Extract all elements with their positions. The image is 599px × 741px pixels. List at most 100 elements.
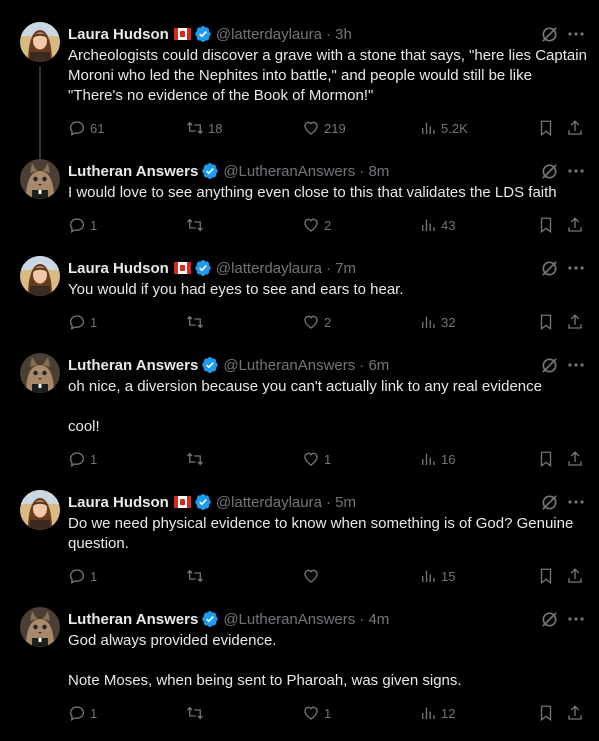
bookmark-button[interactable] xyxy=(537,449,555,469)
reply-button[interactable]: 1 xyxy=(68,566,97,586)
tweet[interactable]: Laura Hudson @latterdaylaura · 7m You wo… xyxy=(0,256,599,340)
tweet[interactable]: Lutheran Answers @LutheranAnswers · 4m G… xyxy=(0,607,599,731)
repost-button[interactable] xyxy=(186,703,208,723)
author-name[interactable]: Lutheran Answers xyxy=(68,611,198,628)
timestamp[interactable]: · 3h xyxy=(326,26,352,43)
reply-icon xyxy=(69,452,85,468)
reply-button[interactable]: 1 xyxy=(68,449,97,469)
views-button[interactable]: 16 xyxy=(419,449,455,469)
avatar[interactable] xyxy=(20,256,60,296)
author-handle[interactable]: @LutheranAnswers xyxy=(223,163,355,180)
avatar[interactable] xyxy=(20,22,60,62)
views-icon xyxy=(422,219,435,231)
repost-button[interactable] xyxy=(186,566,208,586)
tweet[interactable]: Lutheran Answers @LutheranAnswers · 6m o… xyxy=(0,353,599,477)
author-handle[interactable]: @latterdaylaura xyxy=(216,260,322,277)
repost-icon xyxy=(187,315,203,329)
more-icon[interactable] xyxy=(566,24,586,44)
views-button[interactable]: 12 xyxy=(419,703,455,723)
avatar[interactable] xyxy=(20,159,60,199)
tweet-text: Do we need physical evidence to know whe… xyxy=(68,515,578,552)
more-icon[interactable] xyxy=(566,492,586,512)
verified-badge-icon[interactable] xyxy=(194,259,212,277)
grok-icon[interactable] xyxy=(540,25,559,44)
author-handle[interactable]: @latterdaylaura xyxy=(216,26,322,43)
timestamp[interactable]: · 8m xyxy=(359,163,389,180)
grok-icon[interactable] xyxy=(540,493,559,512)
like-button[interactable]: 2 xyxy=(302,312,331,332)
timestamp[interactable]: · 7m xyxy=(326,260,356,277)
tweet[interactable]: Lutheran Answers @LutheranAnswers · 8m I… xyxy=(0,159,599,243)
views-button[interactable]: 43 xyxy=(419,215,455,235)
share-button[interactable] xyxy=(566,449,584,469)
like-button[interactable]: 2 xyxy=(302,215,331,235)
avatar[interactable] xyxy=(20,490,60,530)
tweet[interactable]: Laura Hudson @latterdaylaura · 3h Archeo… xyxy=(0,22,599,168)
verified-badge-icon[interactable] xyxy=(194,25,212,43)
timestamp[interactable]: · 5m xyxy=(326,494,356,511)
views-button[interactable]: 32 xyxy=(419,312,455,332)
share-button[interactable] xyxy=(566,566,584,586)
reply-count: 61 xyxy=(90,120,105,136)
tweet[interactable]: Laura Hudson @latterdaylaura · 5m Do we … xyxy=(0,490,599,594)
like-count: 1 xyxy=(324,451,332,467)
reply-button[interactable]: 1 xyxy=(68,215,97,235)
author-name[interactable]: Laura Hudson xyxy=(68,260,169,277)
timestamp[interactable]: · 4m xyxy=(359,611,389,628)
views-button[interactable]: 15 xyxy=(419,566,455,586)
share-button[interactable] xyxy=(566,215,584,235)
action-bar: 1 1 12 xyxy=(68,703,588,723)
grok-icon[interactable] xyxy=(540,610,559,629)
bookmark-button[interactable] xyxy=(537,312,555,332)
bookmark-button[interactable] xyxy=(537,118,555,138)
author-handle[interactable]: @LutheranAnswers xyxy=(223,611,355,628)
tweet-header: Lutheran Answers @LutheranAnswers · 6m xyxy=(68,355,389,375)
reply-button[interactable]: 61 xyxy=(68,118,104,138)
like-button[interactable] xyxy=(302,566,324,586)
repost-icon xyxy=(187,121,203,135)
bookmark-button[interactable] xyxy=(537,215,555,235)
timestamp[interactable]: · 6m xyxy=(359,357,389,374)
reply-button[interactable]: 1 xyxy=(68,703,97,723)
more-icon[interactable] xyxy=(566,609,586,629)
avatar[interactable] xyxy=(20,353,60,393)
verified-badge-icon[interactable] xyxy=(201,356,219,374)
repost-button[interactable] xyxy=(186,449,208,469)
more-icon[interactable] xyxy=(566,355,586,375)
more-icon[interactable] xyxy=(566,258,586,278)
share-button[interactable] xyxy=(566,118,584,138)
like-button[interactable]: 1 xyxy=(302,703,331,723)
avatar[interactable] xyxy=(20,607,60,647)
bookmark-button[interactable] xyxy=(537,703,555,723)
repost-button[interactable] xyxy=(186,215,208,235)
view-count: 43 xyxy=(441,217,456,233)
author-name[interactable]: Laura Hudson xyxy=(68,494,169,511)
more-icon[interactable] xyxy=(566,161,586,181)
verified-badge-icon[interactable] xyxy=(201,610,219,628)
author-name[interactable]: Lutheran Answers xyxy=(68,163,198,180)
author-handle[interactable]: @LutheranAnswers xyxy=(223,357,355,374)
author-name[interactable]: Laura Hudson xyxy=(68,26,169,43)
share-button[interactable] xyxy=(566,312,584,332)
bookmark-button[interactable] xyxy=(537,566,555,586)
verified-badge-icon[interactable] xyxy=(194,493,212,511)
tweet-text: You would if you had eyes to see and ear… xyxy=(68,281,404,298)
views-icon xyxy=(422,316,435,328)
bookmark-icon xyxy=(540,120,552,137)
like-icon xyxy=(304,315,318,329)
views-button[interactable]: 5.2K xyxy=(419,118,468,138)
like-button[interactable]: 219 xyxy=(302,118,346,138)
share-button[interactable] xyxy=(566,703,584,723)
repost-button[interactable]: 18 xyxy=(186,118,222,138)
repost-button[interactable] xyxy=(186,312,208,332)
verified-badge-icon[interactable] xyxy=(201,162,219,180)
grok-icon[interactable] xyxy=(540,162,559,181)
reply-icon xyxy=(69,315,85,331)
reply-icon xyxy=(69,121,85,137)
grok-icon[interactable] xyxy=(540,356,559,375)
like-button[interactable]: 1 xyxy=(302,449,331,469)
reply-button[interactable]: 1 xyxy=(68,312,97,332)
grok-icon[interactable] xyxy=(540,259,559,278)
author-name[interactable]: Lutheran Answers xyxy=(68,357,198,374)
author-handle[interactable]: @latterdaylaura xyxy=(216,494,322,511)
